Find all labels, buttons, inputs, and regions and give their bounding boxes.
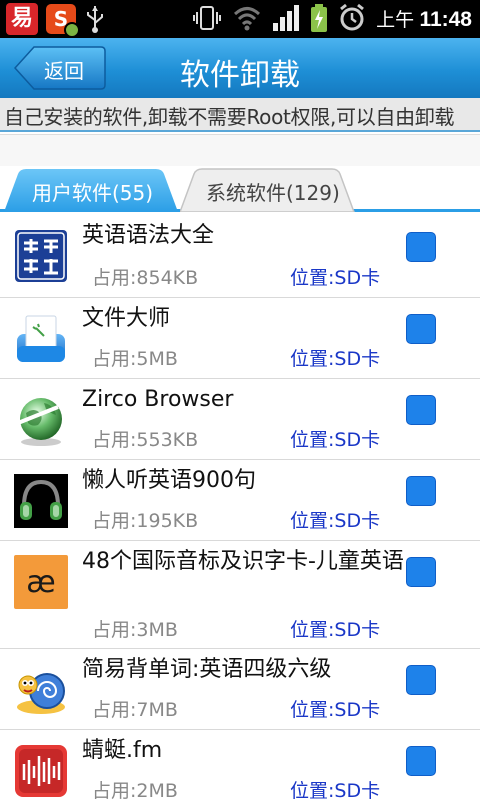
select-checkbox[interactable] <box>406 557 436 587</box>
page-title: 软件卸载 <box>180 58 300 93</box>
app-location: 位置:SD卡 <box>290 510 381 532</box>
app-location: 位置:SD卡 <box>290 429 381 451</box>
app-size: 占用:2MB <box>92 780 178 800</box>
app-size: 占用:195KB <box>92 510 199 532</box>
headphones-icon <box>14 474 68 528</box>
list-item[interactable]: æ 48个国际音标及识字卡-儿童英语 占用:3MB 位置:SD卡 <box>0 541 480 649</box>
app-list: 英语语法大全 占用:854KB 位置:SD卡 文件大师 占用:5MB 位置:SD… <box>0 215 480 800</box>
phonetic-ae-icon: æ <box>14 555 68 609</box>
app-location: 位置:SD卡 <box>290 780 381 800</box>
tab-system-label: 系统软件(129) <box>206 181 340 205</box>
english-grammar-icon <box>15 230 67 282</box>
select-checkbox[interactable] <box>406 314 436 344</box>
vibrate-icon <box>193 6 222 30</box>
app-size: 占用:7MB <box>92 699 178 721</box>
tab-bar: 用户软件(55) 系统软件(129) <box>0 166 480 212</box>
status-bar: 易 S 上午 11:48 <box>0 0 480 38</box>
clock-prefix: 上午 <box>376 9 415 31</box>
qingting-fm-icon <box>15 745 67 797</box>
spacer <box>0 134 480 166</box>
app-location: 位置:SD卡 <box>290 619 381 641</box>
app-name: 简易背单词:英语四级六级 <box>82 657 332 682</box>
app-size: 占用:854KB <box>92 267 199 289</box>
list-item[interactable]: 懒人听英语900句 占用:195KB 位置:SD卡 <box>0 460 480 541</box>
app-size: 占用:5MB <box>92 348 178 370</box>
tab-user-label: 用户软件(55) <box>32 181 154 205</box>
select-checkbox[interactable] <box>406 665 436 695</box>
title-bar: 返回 软件卸载 <box>0 38 480 98</box>
app-location: 位置:SD卡 <box>290 267 381 289</box>
usb-icon <box>87 6 103 33</box>
clock: 上午 11:48 <box>376 5 472 32</box>
list-item[interactable]: 文件大师 占用:5MB 位置:SD卡 <box>0 298 480 379</box>
file-master-icon <box>17 315 65 362</box>
notification-sogou-icon: S <box>46 4 80 38</box>
svg-text:æ: æ <box>26 565 55 600</box>
description-bar: 自己安装的软件,卸载不需要Root权限,可以自由卸载 <box>0 98 480 132</box>
app-location: 位置:SD卡 <box>290 348 381 370</box>
zirco-browser-icon <box>17 398 62 446</box>
tab-user-software[interactable]: 用户软件(55) <box>4 168 180 212</box>
list-item[interactable]: 简易背单词:英语四级六级 占用:7MB 位置:SD卡 <box>0 649 480 730</box>
app-name: 文件大师 <box>82 306 171 331</box>
select-checkbox[interactable] <box>406 395 436 425</box>
app-name: 英语语法大全 <box>82 223 215 248</box>
description-text: 自己安装的软件,卸载不需要Root权限,可以自由卸载 <box>4 105 455 129</box>
signal-icon <box>273 5 300 31</box>
notification-app-icon: 易 <box>6 3 38 35</box>
check-badge-icon <box>64 22 80 38</box>
select-checkbox[interactable] <box>406 232 436 262</box>
battery-charging-icon <box>311 4 328 32</box>
snail-icon <box>17 673 65 714</box>
tab-system-software[interactable]: 系统软件(129) <box>180 168 356 212</box>
app-location: 位置:SD卡 <box>290 699 381 721</box>
select-checkbox[interactable] <box>406 746 436 776</box>
select-checkbox[interactable] <box>406 476 436 506</box>
app-name: 懒人听英语900句 <box>82 468 256 493</box>
wifi-icon <box>234 7 261 31</box>
alarm-icon <box>340 3 365 31</box>
app-name: Zirco Browser <box>82 387 234 412</box>
clock-time: 11:48 <box>419 7 472 31</box>
app-name: 蜻蜓.fm <box>82 738 163 763</box>
app-name: 48个国际音标及识字卡-儿童英语 <box>82 549 404 574</box>
app-size: 占用:553KB <box>92 429 199 451</box>
app-size: 占用:3MB <box>92 619 178 641</box>
list-item[interactable]: 蜻蜓.fm 占用:2MB 位置:SD卡 <box>0 730 480 800</box>
list-item[interactable]: 英语语法大全 占用:854KB 位置:SD卡 <box>0 215 480 298</box>
list-item[interactable]: Zirco Browser 占用:553KB 位置:SD卡 <box>0 379 480 460</box>
